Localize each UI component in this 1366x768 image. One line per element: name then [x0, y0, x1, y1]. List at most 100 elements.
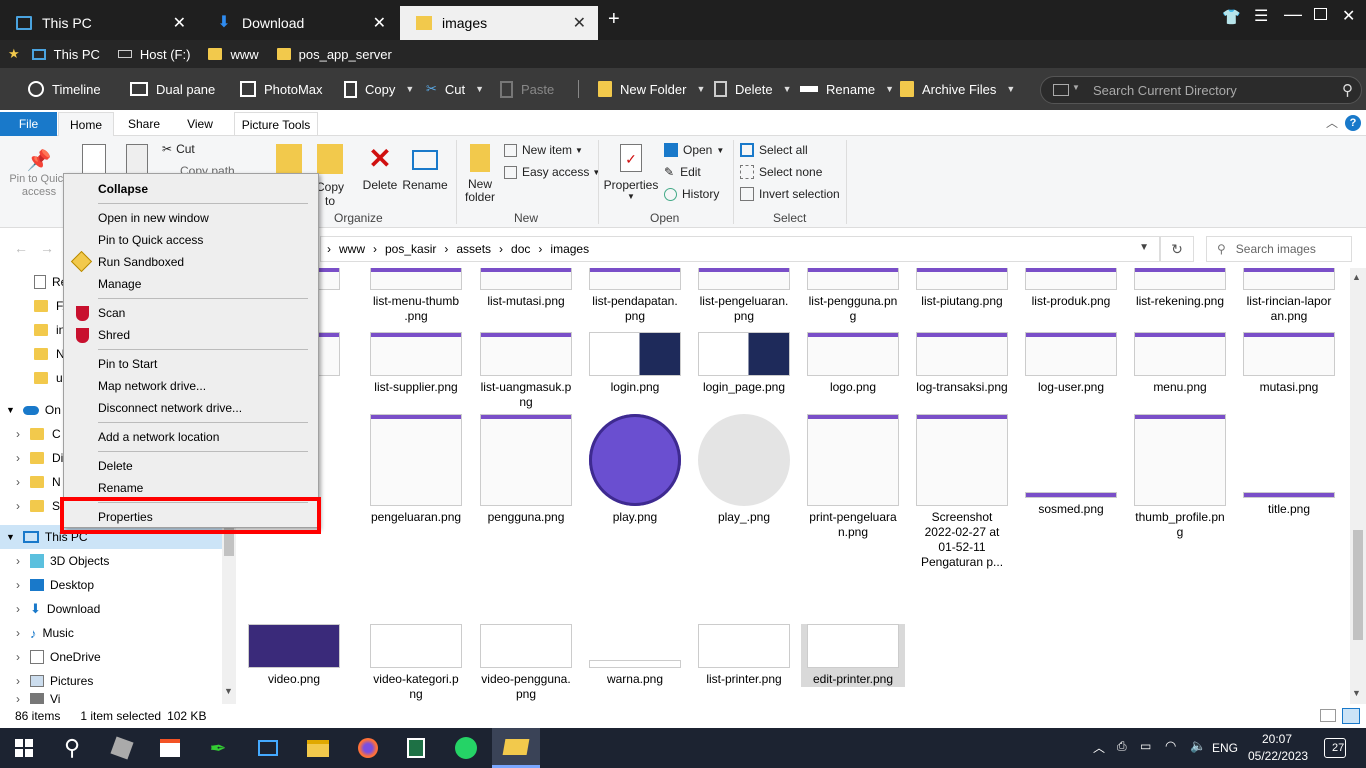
new-folder-button[interactable]: New folder — [462, 144, 498, 204]
easy-access-button[interactable]: Easy access ▼ — [504, 165, 600, 179]
refresh-icon[interactable]: ↻ — [1160, 236, 1194, 262]
file-item[interactable]: log-transaksi.png — [910, 332, 1014, 395]
nav-item-3d-objects[interactable]: › 3D Objects — [0, 549, 222, 573]
windows-start-icon[interactable] — [4, 732, 44, 764]
spreadsheet-icon[interactable] — [396, 732, 436, 764]
file-item[interactable]: list-supplier.png — [364, 332, 468, 395]
tab-download[interactable]: ⬇ Download ✕ — [200, 6, 398, 40]
file-item[interactable]: title.png — [1237, 414, 1341, 517]
tab-home[interactable]: Home — [58, 112, 114, 136]
file-item[interactable]: list-pendapatan. png — [583, 268, 687, 324]
chevron-down-icon[interactable]: ▼ — [1352, 688, 1361, 698]
file-item[interactable]: mutasi.png — [1237, 332, 1341, 395]
menu-item-disconnect-network-drive[interactable]: Disconnect network drive... — [98, 398, 242, 418]
store-icon[interactable] — [150, 732, 190, 764]
file-item[interactable]: list-printer.png — [692, 624, 796, 687]
firefox-icon[interactable] — [348, 732, 388, 764]
file-item[interactable]: list-rekening.png — [1128, 268, 1232, 309]
select-all-button[interactable]: Select all — [740, 143, 808, 157]
tab-picture-tools[interactable]: Picture Tools — [234, 112, 318, 136]
tab-view[interactable]: View — [172, 112, 228, 136]
chevron-down-icon[interactable]: ▼ — [885, 84, 894, 94]
move-to-icon[interactable] — [276, 144, 302, 174]
crumb-www[interactable]: www — [208, 47, 259, 62]
tab-images[interactable]: images ✕ — [400, 6, 598, 40]
file-item[interactable]: login.png — [583, 332, 687, 395]
large-icons-view-icon[interactable] — [1342, 708, 1360, 724]
nav-item-music[interactable]: › ♪ Music — [0, 621, 222, 645]
file-item[interactable]: logo.png — [801, 332, 905, 395]
file-item[interactable]: list-pengguna.pn g — [801, 268, 905, 324]
help-icon[interactable]: ? — [1345, 115, 1361, 131]
rename-button[interactable]: Rename ▼ — [800, 68, 894, 110]
file-item[interactable]: list-menu-thumb .png — [364, 268, 468, 324]
file-item[interactable]: edit-printer.png — [801, 624, 905, 687]
clock-date[interactable]: 05/22/2023 — [1248, 749, 1308, 763]
search-icon[interactable]: ⚲ — [52, 732, 92, 764]
file-item[interactable]: play_.png — [692, 414, 796, 525]
file-item[interactable]: Screenshot 2022-02-27 at 01-52-11 Pengat… — [910, 414, 1014, 570]
paste-button[interactable]: Paste — [500, 68, 554, 110]
menu-item-delete[interactable]: Delete — [98, 456, 133, 476]
chevron-up-icon[interactable]: ︿ — [1093, 739, 1105, 756]
back-icon[interactable]: ← — [14, 240, 28, 256]
chevron-down-icon[interactable]: ▼ — [405, 84, 414, 94]
nav-item-videos[interactable]: › Vi — [0, 693, 222, 704]
minimize-button[interactable]: — — [1284, 4, 1302, 25]
cut-button[interactable]: ✂ Cut ▼ — [426, 68, 484, 110]
paste-icon[interactable] — [126, 144, 148, 174]
battery-icon[interactable]: ▭ — [1140, 739, 1151, 753]
file-item[interactable]: menu.png — [1128, 332, 1232, 395]
network-app-icon[interactable] — [248, 732, 288, 764]
menu-item-pin-quick-access[interactable]: Pin to Quick access — [98, 230, 203, 250]
close-icon[interactable]: ✕ — [173, 13, 186, 33]
new-item-button[interactable]: New item ▼ — [504, 143, 583, 157]
crumb-pos-app-server[interactable]: pos_app_server — [276, 47, 392, 62]
file-item[interactable]: print-pengeluara n.png — [801, 414, 905, 540]
file-item[interactable]: list-piutang.png — [910, 268, 1014, 309]
archive-files-button[interactable]: Archive Files ▼ — [900, 68, 1015, 110]
chevron-down-icon[interactable]: ▼ — [783, 84, 792, 94]
nav-item-desktop[interactable]: › Desktop — [0, 573, 222, 597]
maximize-button[interactable] — [1314, 8, 1327, 20]
chevron-down-icon[interactable]: ▼ — [1072, 83, 1080, 92]
wifi-icon[interactable]: ◠ — [1165, 738, 1176, 754]
file-explorer-icon[interactable] — [298, 732, 338, 764]
file-item[interactable]: warna.png — [583, 624, 687, 687]
chevron-down-icon[interactable]: ▼ — [1006, 84, 1015, 94]
content-scrollbar[interactable]: ▲ ▼ — [1350, 268, 1366, 704]
tab-share[interactable]: Share — [116, 112, 172, 136]
photomax-button[interactable]: PhotoMax — [240, 68, 323, 110]
file-item[interactable]: thumb_profile.pn g — [1128, 414, 1232, 540]
file-item[interactable]: pengeluaran.png — [364, 414, 468, 525]
nav-item-onedrive-pc[interactable]: › OneDrive — [0, 645, 222, 669]
search-icon[interactable]: ⚲ — [1342, 81, 1353, 99]
virtualbox-icon[interactable] — [102, 732, 142, 764]
delete-button[interactable]: ✕ Delete — [360, 144, 400, 193]
file-item[interactable]: list-pengeluaran. png — [692, 268, 796, 324]
address-path[interactable]: › www › pos_kasir › assets › doc › images ▼ — [320, 236, 1160, 262]
crumb-this-pc[interactable]: This PC — [31, 47, 100, 62]
forward-icon[interactable]: → — [40, 240, 54, 256]
shirt-icon[interactable]: 👕 — [1222, 8, 1241, 26]
whatsapp-icon[interactable] — [446, 732, 486, 764]
chevron-up-icon[interactable]: ︿ — [1326, 114, 1338, 131]
path-segment[interactable]: images — [550, 242, 589, 256]
rename-button[interactable]: Rename — [402, 144, 448, 192]
invert-selection-button[interactable]: Invert selection — [740, 187, 840, 201]
new-folder-button[interactable]: New Folder ▼ — [598, 68, 705, 110]
menu-item-collapse[interactable]: Collapse — [98, 179, 148, 199]
pen-tool-icon[interactable]: ✒ — [198, 732, 238, 764]
menu-item-rename[interactable]: Rename — [98, 478, 143, 498]
file-item[interactable]: list-mutasi.png — [474, 268, 578, 309]
menu-item-pin-start[interactable]: Pin to Start — [98, 354, 157, 374]
chevron-up-icon[interactable]: ▲ — [1352, 272, 1361, 282]
nav-item-download[interactable]: › ⬇ Download — [0, 597, 222, 621]
edit-button[interactable]: ✎ Edit — [664, 165, 701, 179]
search-current-directory-input[interactable]: ▼ Search Current Directory ⚲ — [1040, 76, 1362, 104]
path-segment[interactable]: pos_kasir — [385, 242, 436, 256]
new-tab-button[interactable]: + — [608, 8, 620, 31]
tab-this-pc[interactable]: This PC ✕ — [0, 6, 198, 40]
open-button[interactable]: Open ▼ — [664, 143, 724, 157]
chevron-down-icon[interactable]: ▼ — [475, 84, 484, 94]
